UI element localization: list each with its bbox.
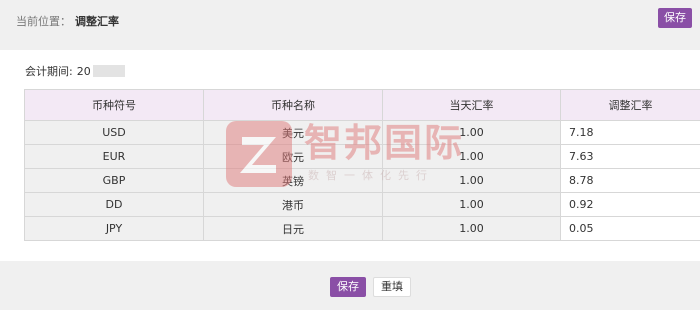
breadcrumb-prefix: 当前位置： <box>16 15 71 28</box>
column-header-code: 币种符号 <box>24 89 204 121</box>
column-header-name: 币种名称 <box>203 89 383 121</box>
exchange-rate-table: 币种符号 币种名称 当天汇率 调整汇率 USD 美元 1.00 7.18 EUR… <box>24 89 700 241</box>
currency-name: 日元 <box>203 216 383 241</box>
adjusted-rate-input[interactable]: 7.18 <box>560 120 700 145</box>
currency-name: 欧元 <box>203 144 383 169</box>
currency-name: 港币 <box>203 192 383 217</box>
table-row: GBP 英镑 1.00 8.78 <box>24 168 700 193</box>
currency-code: DD <box>24 192 204 217</box>
table-row: USD 美元 1.00 7.18 <box>24 120 700 145</box>
currency-code: EUR <box>24 144 204 169</box>
save-button-top[interactable]: 保存 <box>658 8 692 28</box>
table-row: DD 港币 1.00 0.92 <box>24 192 700 217</box>
currency-code: JPY <box>24 216 204 241</box>
accounting-period: 会计期间: 20 <box>25 63 125 79</box>
today-rate: 1.00 <box>382 168 561 193</box>
reset-button[interactable]: 重填 <box>373 277 411 297</box>
table-header-row: 币种符号 币种名称 当天汇率 调整汇率 <box>24 89 700 121</box>
column-header-adjusted-rate: 调整汇率 <box>560 89 700 121</box>
page-title: 调整汇率 <box>75 15 119 28</box>
adjusted-rate-input[interactable]: 8.78 <box>560 168 700 193</box>
today-rate: 1.00 <box>382 216 561 241</box>
table-row: JPY 日元 1.00 0.05 <box>24 216 700 241</box>
adjusted-rate-input[interactable]: 7.63 <box>560 144 700 169</box>
column-header-today-rate: 当天汇率 <box>382 89 561 121</box>
today-rate: 1.00 <box>382 120 561 145</box>
currency-name: 英镑 <box>203 168 383 193</box>
currency-name: 美元 <box>203 120 383 145</box>
currency-code: USD <box>24 120 204 145</box>
breadcrumb: 当前位置： 调整汇率 <box>16 13 119 29</box>
save-button[interactable]: 保存 <box>330 277 366 297</box>
currency-code: GBP <box>24 168 204 193</box>
today-rate: 1.00 <box>382 144 561 169</box>
period-label: 会计期间: <box>25 65 73 78</box>
period-value-redacted <box>92 65 125 77</box>
today-rate: 1.00 <box>382 192 561 217</box>
period-value: 20 <box>76 64 91 78</box>
top-bar: 当前位置： 调整汇率 保存 <box>0 0 700 50</box>
adjusted-rate-input[interactable]: 0.92 <box>560 192 700 217</box>
table-row: EUR 欧元 1.00 7.63 <box>24 144 700 169</box>
adjusted-rate-input[interactable]: 0.05 <box>560 216 700 241</box>
